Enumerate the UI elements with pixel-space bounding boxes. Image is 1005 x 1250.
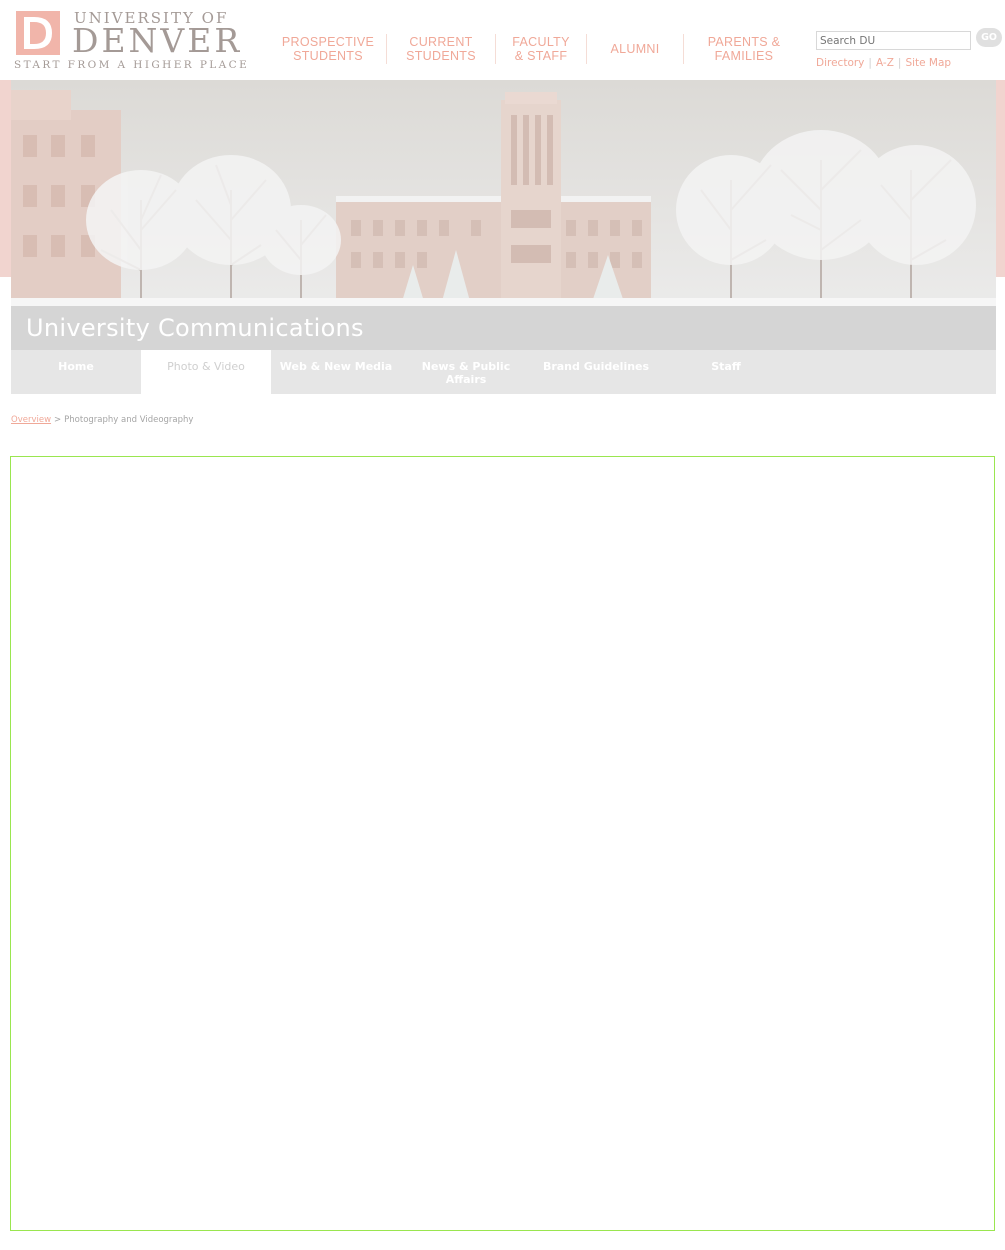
nav-line: PROSPECTIVE	[281, 35, 375, 49]
breadcrumb-current: Photography and Videography	[64, 415, 194, 425]
page-title: University Communications	[26, 314, 364, 342]
breadcrumb-separator: >	[54, 415, 62, 425]
nav-line: FAMILIES	[714, 49, 774, 63]
main-navigation: PROSPECTIVE STUDENTS CURRENT STUDENTS FACU…	[270, 34, 804, 66]
tab-home[interactable]: Home	[11, 350, 141, 394]
nav-prospective-students[interactable]: PROSPECTIVE STUDENTS	[270, 34, 387, 64]
du-logo-mark-icon	[16, 11, 60, 55]
nav-line: CURRENT	[409, 35, 473, 49]
content-frame	[10, 456, 995, 1231]
university-logo[interactable]: UNIVERSITY OF DENVER START FROM A HIGHER…	[14, 9, 247, 73]
tab-web-new-media[interactable]: Web & New Media	[271, 350, 401, 394]
nav-faculty-staff[interactable]: FACULTY & STAFF	[496, 34, 587, 64]
a-z-link[interactable]: A-Z	[876, 57, 894, 69]
tab-brand-guidelines[interactable]: Brand Guidelines	[531, 350, 661, 394]
search-input[interactable]	[816, 31, 971, 50]
tab-staff[interactable]: Staff	[661, 350, 791, 394]
logo-tagline: START FROM A HIGHER PLACE	[14, 59, 250, 71]
campus-banner-image	[11, 80, 996, 350]
nav-line: PARENTS &	[707, 35, 781, 49]
nav-line: FACULTY	[512, 35, 570, 49]
utility-separator: |	[868, 57, 872, 69]
nav-line: & STAFF	[514, 49, 568, 63]
banner: University Communications	[11, 80, 996, 350]
nav-line: STUDENTS	[406, 49, 476, 63]
utility-separator: |	[897, 57, 902, 69]
breadcrumb: Overview > Photography and Videography	[11, 415, 193, 425]
utility-links: Directory | A-Z | Site Map	[816, 57, 951, 69]
nav-line: STUDENTS	[293, 49, 363, 63]
nav-parents-families[interactable]: PARENTS & FAMILIES	[684, 34, 804, 64]
nav-current-students[interactable]: CURRENT STUDENTS	[387, 34, 496, 64]
site-header: UNIVERSITY OF DENVER START FROM A HIGHER…	[0, 0, 1005, 80]
nav-alumni[interactable]: ALUMNI	[587, 34, 684, 64]
tab-news-public-affairs[interactable]: News & Public Affairs	[401, 350, 531, 394]
search-go-button[interactable]: GO	[976, 28, 1002, 47]
logo-line-denver: DENVER	[72, 21, 243, 60]
section-tabs: Home Photo & Video Web & New Media News …	[11, 350, 996, 394]
directory-link[interactable]: Directory	[816, 57, 864, 69]
tab-photo-video[interactable]: Photo & Video	[141, 350, 271, 394]
nav-line: ALUMNI	[610, 42, 660, 56]
breadcrumb-overview-link[interactable]: Overview	[11, 415, 51, 425]
site-map-link[interactable]: Site Map	[905, 57, 951, 69]
